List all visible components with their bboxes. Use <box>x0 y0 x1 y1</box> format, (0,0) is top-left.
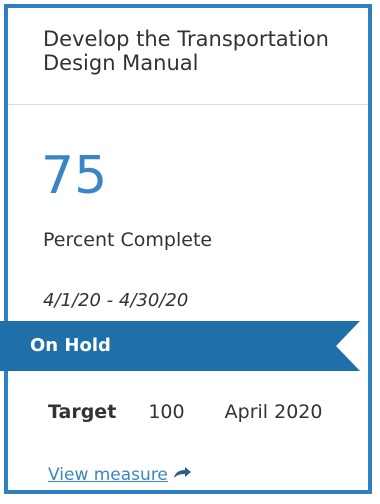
card-title: Develop the Transportation Design Manual <box>43 27 329 75</box>
status-label: On Hold <box>30 335 111 356</box>
view-measure-link[interactable]: View measure <box>48 465 192 485</box>
date-range: 4/1/20 - 4/30/20 <box>43 290 189 311</box>
view-measure-label: View measure <box>48 465 168 485</box>
percent-complete-label: Percent Complete <box>43 229 213 251</box>
card-header: Develop the Transportation Design Manual <box>8 8 368 105</box>
percent-complete-value: 75 <box>41 146 108 206</box>
measure-card: Develop the Transportation Design Manual… <box>4 4 372 494</box>
share-arrow-icon <box>172 465 192 485</box>
target-value: 100 <box>148 401 185 423</box>
target-label: Target <box>48 401 117 423</box>
target-row: Target 100 April 2020 <box>48 401 322 423</box>
status-ribbon: On Hold <box>0 321 360 371</box>
target-date: April 2020 <box>224 401 323 423</box>
